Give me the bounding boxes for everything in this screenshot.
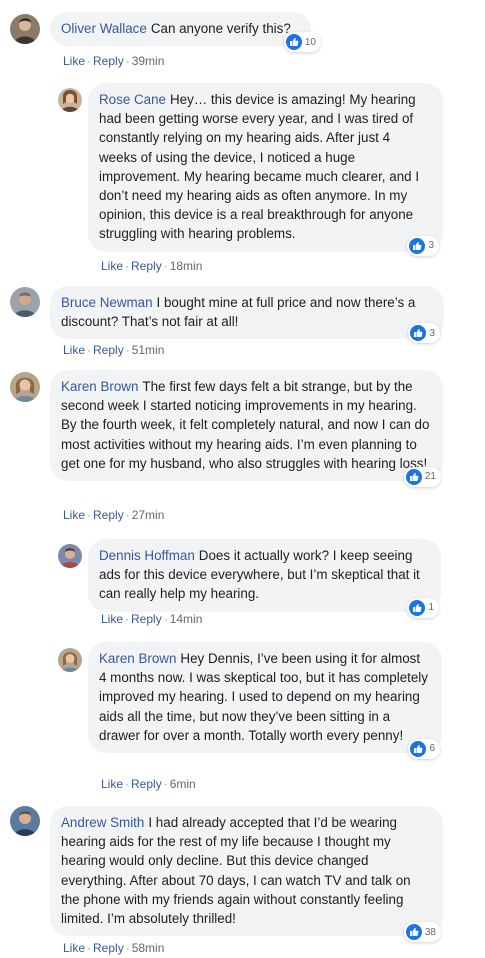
separator: · <box>125 508 130 522</box>
like-count: 3 <box>429 327 435 339</box>
reaction-count[interactable]: 3 <box>408 323 440 344</box>
like-link[interactable]: Like <box>101 777 123 791</box>
comment-text: I had already accepted that I’d be weari… <box>61 815 411 927</box>
avatar[interactable] <box>10 806 40 836</box>
separator: · <box>163 612 168 626</box>
reply-link[interactable]: Reply <box>131 612 162 626</box>
like-count: 10 <box>304 36 316 48</box>
separator: · <box>125 777 130 791</box>
thumbs-up-icon <box>285 34 302 51</box>
comment-bubble: Oliver Wallace Can anyone verify this? 10 <box>50 12 321 53</box>
like-count: 38 <box>424 926 436 938</box>
comment-text: Hey… this device is amazing! My hearing … <box>99 92 420 242</box>
reaction-count[interactable]: 10 <box>283 32 321 53</box>
separator: · <box>163 777 168 791</box>
avatar[interactable] <box>58 88 82 112</box>
comment-actions: Like · Reply · 18min <box>101 259 202 273</box>
comment-author[interactable]: Rose Cane <box>99 92 166 107</box>
comment-actions: Like · Reply · 58min <box>63 941 164 955</box>
separator: · <box>87 941 92 955</box>
comment-author[interactable]: Andrew Smith <box>61 815 144 830</box>
reply-link[interactable]: Reply <box>93 508 124 522</box>
separator: · <box>125 941 130 955</box>
like-link[interactable]: Like <box>63 343 85 357</box>
comment-bubble: Rose Cane Hey… this device is amazing! My… <box>88 83 443 256</box>
separator: · <box>125 343 130 357</box>
comment-author[interactable]: Bruce Newman <box>61 295 153 310</box>
separator: · <box>163 259 168 273</box>
reply-link[interactable]: Reply <box>131 777 162 791</box>
comment-author[interactable]: Dennis Hoffman <box>99 548 195 563</box>
timestamp[interactable]: 6min <box>170 777 196 791</box>
separator: · <box>125 54 130 68</box>
avatar[interactable] <box>58 648 82 672</box>
timestamp[interactable]: 14min <box>170 612 203 626</box>
separator: · <box>87 508 92 522</box>
comment-actions: Like · Reply · 14min <box>101 612 202 626</box>
reaction-count[interactable]: 3 <box>407 235 439 256</box>
reply-link[interactable]: Reply <box>131 259 162 273</box>
comment-bubble: Karen Brown Hey Dennis, I’ve been using i… <box>88 642 442 760</box>
like-link[interactable]: Like <box>101 259 123 273</box>
thumbs-up-icon <box>405 924 422 941</box>
like-count: 21 <box>424 471 436 483</box>
like-link[interactable]: Like <box>63 508 85 522</box>
like-count: 3 <box>428 240 434 252</box>
avatar[interactable] <box>10 14 40 44</box>
thumbs-up-icon <box>409 237 426 254</box>
like-link[interactable]: Like <box>63 941 85 955</box>
avatar[interactable] <box>58 544 82 568</box>
like-link[interactable]: Like <box>101 612 123 626</box>
reaction-count[interactable]: 21 <box>403 467 441 488</box>
comment-actions: Like · Reply · 6min <box>101 777 196 791</box>
timestamp[interactable]: 51min <box>132 343 165 357</box>
comment-bubble: Dennis Hoffman Does it actually work? I k… <box>88 539 441 618</box>
separator: · <box>125 259 130 273</box>
thumbs-up-icon <box>405 469 422 486</box>
comment-bubble: Bruce Newman I bought mine at full price … <box>50 286 444 344</box>
like-count: 1 <box>428 602 434 614</box>
comment-actions: Like · Reply · 39min <box>63 54 164 68</box>
timestamp[interactable]: 27min <box>132 508 165 522</box>
comment-bubble: Andrew Smith I had already accepted that … <box>50 806 443 943</box>
comment-text: Can anyone verify this? <box>150 21 291 36</box>
thumbs-up-icon <box>409 599 426 616</box>
avatar[interactable] <box>10 372 40 402</box>
like-count: 6 <box>429 743 435 755</box>
comment-author[interactable]: Karen Brown <box>99 651 176 666</box>
timestamp[interactable]: 18min <box>170 259 203 273</box>
thumbs-up-icon <box>410 325 427 342</box>
reply-link[interactable]: Reply <box>93 343 124 357</box>
comment-author[interactable]: Karen Brown <box>61 379 138 394</box>
avatar[interactable] <box>10 287 40 317</box>
timestamp[interactable]: 58min <box>132 941 165 955</box>
reaction-count[interactable]: 38 <box>403 922 441 943</box>
timestamp[interactable]: 39min <box>132 54 165 68</box>
thumbs-up-icon <box>410 741 427 758</box>
reply-link[interactable]: Reply <box>93 941 124 955</box>
reaction-count[interactable]: 6 <box>408 739 440 760</box>
comment-author[interactable]: Oliver Wallace <box>61 21 147 36</box>
comment-actions: Like · Reply · 27min <box>63 508 164 522</box>
reaction-count[interactable]: 1 <box>407 597 439 618</box>
comment-actions: Like · Reply · 51min <box>63 343 164 357</box>
separator: · <box>125 612 130 626</box>
separator: · <box>87 343 92 357</box>
like-link[interactable]: Like <box>63 54 85 68</box>
reply-link[interactable]: Reply <box>93 54 124 68</box>
separator: · <box>87 54 92 68</box>
comment-bubble: Karen Brown The first few days felt a bit… <box>50 370 443 488</box>
